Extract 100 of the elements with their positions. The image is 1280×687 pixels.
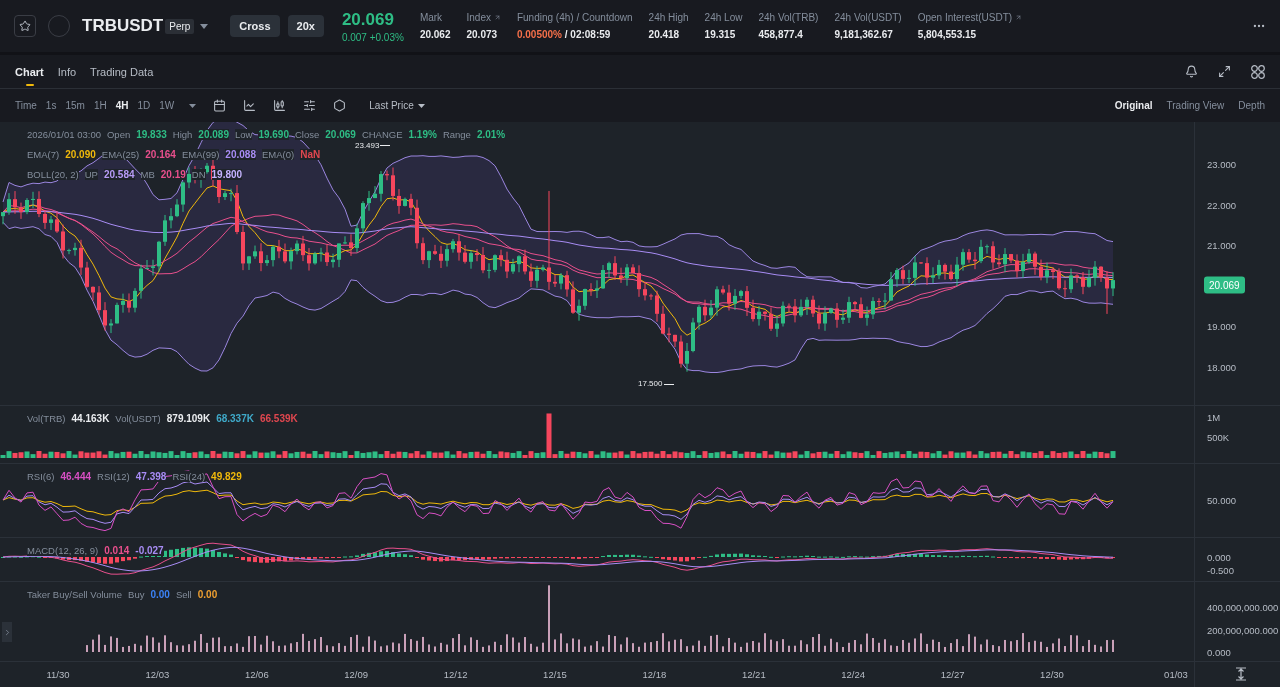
- tab[interactable]: Trading Data: [90, 61, 154, 82]
- indicator-value: 0.00: [150, 589, 170, 600]
- indicator-value: 2.01%: [476, 129, 506, 140]
- taker-axis-label: 400,000,000.000: [1207, 601, 1279, 613]
- indicator-label: RSI(12): [97, 471, 130, 482]
- stat-value: 458,877.4: [758, 29, 804, 40]
- last-price: 20.069: [341, 9, 395, 30]
- indicator-value: 66.539K: [259, 413, 298, 424]
- interval-option[interactable]: 1s: [45, 100, 57, 111]
- four-circles-icon[interactable]: [1251, 64, 1265, 79]
- indicator-value: 46.444: [60, 471, 92, 482]
- stat-value: 20.418: [648, 29, 681, 40]
- indicator-label: Range: [442, 129, 471, 140]
- favorite-button[interactable]: [14, 15, 36, 37]
- stat-value: 5,804,553.15: [917, 29, 978, 40]
- stat-label: 24h High: [648, 12, 689, 23]
- caret-icon[interactable]: [200, 23, 209, 29]
- indicator-value: 0.00: [197, 589, 218, 600]
- view-option[interactable]: Original: [1114, 100, 1153, 111]
- caret-icon[interactable]: [189, 103, 197, 108]
- expand-icon[interactable]: [1218, 65, 1231, 78]
- interval-option[interactable]: 1W: [159, 100, 175, 111]
- arrow-up-right-icon[interactable]: [493, 14, 501, 21]
- indicator-value: 19.800: [211, 169, 243, 180]
- time-axis-label: 12/18: [642, 669, 667, 680]
- price-axis-label: 23.000: [1207, 158, 1237, 170]
- interval-option[interactable]: 4H: [115, 100, 129, 111]
- hexagon-icon[interactable]: [333, 99, 347, 112]
- bell-icon[interactable]: [1185, 65, 1198, 78]
- caret-icon[interactable]: [417, 103, 425, 108]
- view-option[interactable]: Trading View: [1166, 100, 1225, 111]
- time-axis-label: 12/12: [443, 669, 468, 680]
- indicator-label: EMA(0): [261, 149, 295, 160]
- sliders-icon[interactable]: [303, 99, 317, 112]
- arrow-up-right-icon[interactable]: [1015, 14, 1023, 21]
- indicator-label: CHANGE: [361, 129, 403, 140]
- indicator-value: 20.088: [225, 149, 256, 160]
- stat-value: 20.073: [466, 29, 499, 40]
- interval-option[interactable]: 1H: [93, 100, 107, 111]
- indicator-label: Vol(TRB): [27, 413, 66, 424]
- indicator-label: UP: [84, 169, 98, 180]
- indicator-value: 49.829: [211, 471, 242, 482]
- time-axis-label: 12/15: [543, 669, 567, 680]
- line-chart-icon[interactable]: [243, 99, 257, 112]
- indicator-label: Buy: [128, 589, 145, 600]
- time-axis-label: 12/24: [841, 669, 866, 680]
- margin-mode-button[interactable]: Cross: [230, 15, 280, 37]
- indicator-label: Close: [295, 129, 320, 140]
- indicator-value: 19.833: [136, 129, 167, 140]
- leverage-button[interactable]: 20x: [287, 15, 324, 37]
- indicator-value: 20.090: [65, 149, 96, 160]
- time-axis-label: 12/21: [741, 669, 766, 680]
- interval-option[interactable]: 1D: [137, 100, 151, 111]
- view-option[interactable]: Depth: [1238, 100, 1265, 111]
- taker-axis-label: 0.000: [1207, 646, 1231, 658]
- volume-axis-label: 1M: [1207, 411, 1221, 423]
- indicator-label: MACD(12, 26, 9): [27, 545, 99, 556]
- low-price-marker: 17.500: [638, 379, 663, 388]
- rsi-axis-label: 50.000: [1207, 494, 1237, 506]
- macd-axis-label: 0.000: [1207, 551, 1231, 563]
- stat-label: 24h Vol(USDT): [834, 12, 902, 23]
- price-axis-label: 19.000: [1207, 320, 1237, 332]
- indicator-value: 20.164: [145, 149, 176, 160]
- indicator-label: Open: [106, 129, 131, 140]
- indicator-value: 0.014: [104, 545, 130, 556]
- indicator-label: RSI(24): [172, 471, 206, 482]
- volume-axis-label: 500K: [1207, 431, 1230, 443]
- star-icon: [19, 20, 31, 32]
- indicator-label: Taker Buy/Sell Volume: [27, 589, 123, 600]
- indicator-value: 20.584: [103, 169, 135, 180]
- taker-axis-label: 200,000,000.000: [1207, 624, 1279, 635]
- indicator-label: DN: [191, 169, 206, 180]
- stat-value: 19.315: [704, 29, 737, 40]
- indicator-value: 20.089: [198, 129, 229, 140]
- price-type-dropdown[interactable]: Last Price: [363, 99, 431, 112]
- indicator-label: Low: [234, 129, 253, 140]
- indicator-label: MB: [140, 169, 155, 180]
- stat-value: 20.062: [419, 29, 451, 40]
- time-axis-label: 01/03: [1164, 669, 1188, 680]
- indicator-label: Sell: [175, 589, 192, 600]
- interval-option[interactable]: Time: [15, 100, 37, 111]
- tab[interactable]: Info: [57, 61, 77, 82]
- price-axis-label: 21.000: [1207, 239, 1237, 251]
- calendar-icon[interactable]: [213, 99, 227, 112]
- indicator-value: 44.163K: [71, 413, 110, 424]
- symbol-name[interactable]: TRBUSDT: [82, 16, 164, 36]
- leader-line: [380, 145, 390, 147]
- time-axis-label: 12/27: [940, 669, 965, 680]
- contract-tag: Perp: [165, 18, 195, 34]
- price-axis-label: 18.000: [1207, 361, 1237, 373]
- indicator-value: 47.398: [135, 471, 167, 482]
- interval-option[interactable]: 15m: [65, 100, 85, 111]
- scale-reset-icon[interactable]: [1235, 667, 1247, 681]
- time-axis-label: 12/03: [145, 669, 170, 680]
- candlestick-icon[interactable]: [273, 99, 287, 112]
- high-price-marker: 23.493: [355, 141, 380, 150]
- indicator-value: 879.109K: [166, 413, 211, 424]
- indicator-value: 68.337K: [216, 413, 254, 424]
- indicator-label: High: [172, 129, 193, 140]
- candle-date: 2026/01/01 03:00: [27, 129, 101, 140]
